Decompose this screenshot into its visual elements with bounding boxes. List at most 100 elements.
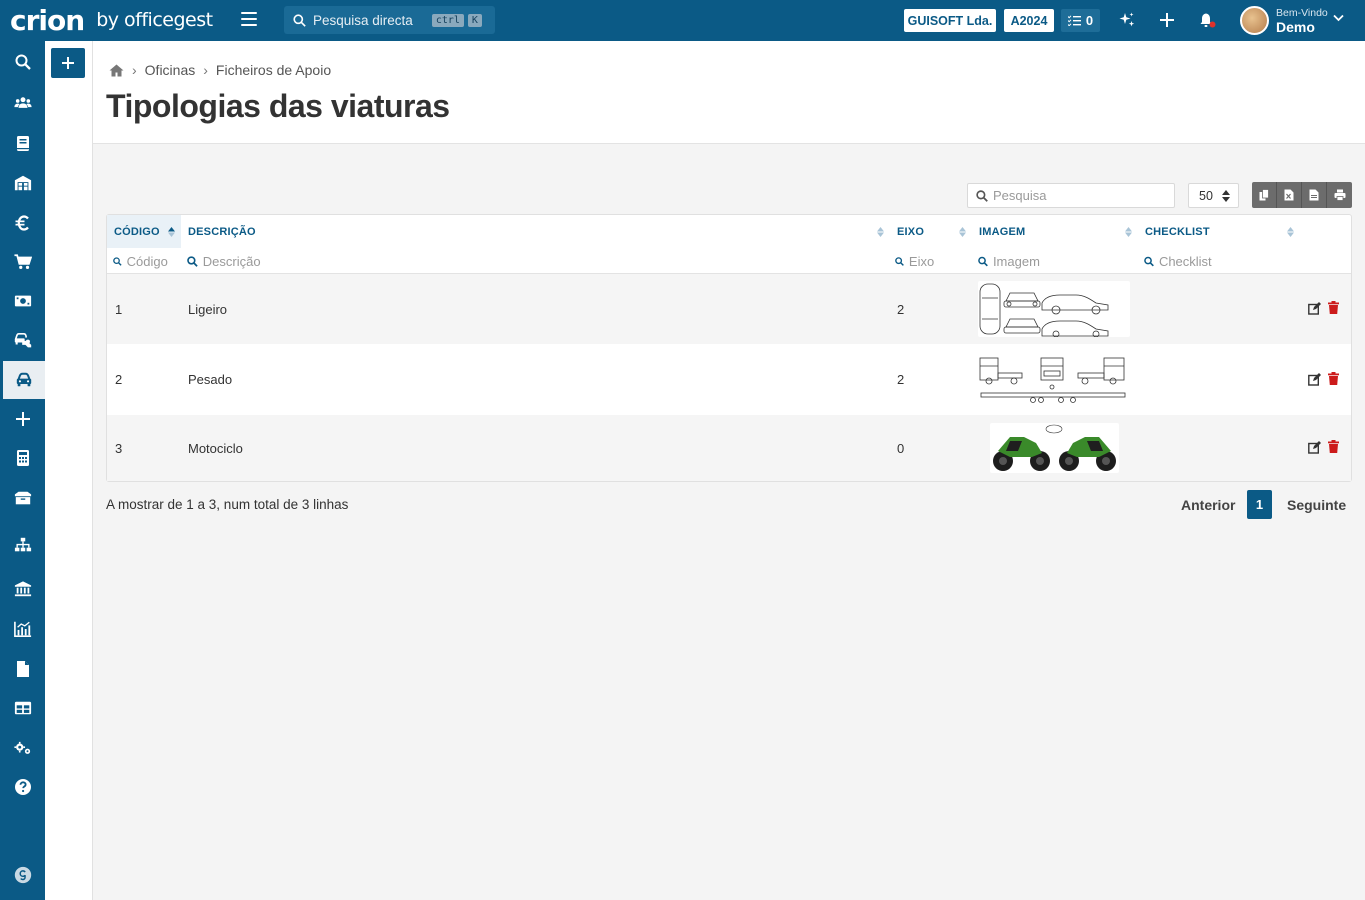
- filter-imagem[interactable]: [972, 249, 1132, 273]
- pagination-next[interactable]: Seguinte: [1287, 490, 1346, 519]
- sidebar-item-tables[interactable]: [0, 689, 45, 727]
- plus-icon[interactable]: [1157, 10, 1177, 30]
- page-header: › Oficinas › Ficheiros de Apoio Tipologi…: [93, 41, 1365, 144]
- sort-caret-icon: [1222, 190, 1230, 202]
- column-header-label: CHECKLIST: [1145, 225, 1210, 238]
- filter-eixo[interactable]: [889, 249, 969, 273]
- car-diagram-image[interactable]: [978, 281, 1130, 337]
- tasks-count: 0: [1085, 13, 1094, 28]
- chevron-right-icon: ›: [132, 62, 137, 78]
- sidebar-item-inventory[interactable]: [0, 479, 45, 517]
- column-header-descricao[interactable]: DESCRIÇÃO: [181, 215, 890, 248]
- breadcrumb: › Oficinas › Ficheiros de Apoio: [109, 62, 331, 78]
- company-badge[interactable]: GUISOFT Lda.: [904, 9, 996, 32]
- tasks-button[interactable]: 0: [1061, 9, 1100, 32]
- table-info: A mostrar de 1 a 3, num total de 3 linha…: [106, 497, 349, 512]
- filter-eixo-input[interactable]: [908, 253, 969, 269]
- filter-descricao[interactable]: [181, 249, 881, 273]
- sidebar-item-sales[interactable]: [0, 243, 45, 281]
- sidebar-item-structure[interactable]: [0, 526, 45, 564]
- sidebar-item-documents[interactable]: [0, 125, 45, 163]
- chart-icon: [13, 621, 31, 638]
- menu-toggle-button[interactable]: [241, 12, 257, 26]
- copy-button[interactable]: [1252, 182, 1277, 208]
- officegest-icon: [14, 866, 31, 884]
- table-row[interactable]: 2 Pesado 2: [107, 344, 1351, 415]
- breadcrumb-item-oficinas[interactable]: Oficinas: [145, 62, 196, 78]
- search-icon: [978, 256, 988, 266]
- sidebar-item-workshop[interactable]: [0, 321, 45, 359]
- user-menu[interactable]: Bem-Vindo Demo: [1276, 8, 1328, 34]
- cell-eixo: 0: [897, 440, 905, 456]
- sidebar-item-help[interactable]: [0, 768, 45, 806]
- pagination-prev[interactable]: Anterior: [1181, 490, 1235, 519]
- edit-icon[interactable]: [1308, 441, 1321, 454]
- filter-checklist-input[interactable]: [1158, 253, 1298, 269]
- delete-icon[interactable]: [1327, 372, 1340, 385]
- print-button[interactable]: [1327, 182, 1352, 208]
- sidebar-item-add[interactable]: [0, 400, 45, 438]
- filter-descricao-input[interactable]: [202, 253, 881, 269]
- table-row[interactable]: 3 Motociclo 0: [107, 415, 1351, 481]
- page-size-select[interactable]: 50: [1188, 183, 1239, 208]
- table-search[interactable]: [967, 183, 1175, 208]
- user-name: Demo: [1276, 18, 1315, 35]
- chevron-down-icon[interactable]: [1333, 14, 1344, 22]
- column-header-eixo[interactable]: EIXO: [890, 215, 972, 248]
- kbd-k: K: [467, 13, 482, 27]
- avatar[interactable]: [1240, 6, 1269, 35]
- column-header-label: IMAGEM: [979, 225, 1026, 238]
- truck-diagram-image[interactable]: [978, 355, 1128, 405]
- bell-icon[interactable]: [1197, 10, 1217, 30]
- page-size-value: 50: [1199, 188, 1213, 203]
- users-icon: [13, 97, 32, 108]
- table-icon: [14, 701, 31, 715]
- sidebar-item-warehouse[interactable]: [0, 164, 45, 202]
- sidebar-item-cash[interactable]: [0, 282, 45, 320]
- breadcrumb-item-ficheiros[interactable]: Ficheiros de Apoio: [216, 62, 331, 78]
- global-search[interactable]: Pesquisa directa ctrl K: [284, 6, 495, 34]
- sort-icon: [877, 227, 884, 237]
- filter-codigo-input[interactable]: [126, 253, 177, 269]
- sidebar-item-vehicles[interactable]: [0, 361, 45, 399]
- pdf-button[interactable]: [1302, 182, 1327, 208]
- cart-icon: [13, 254, 32, 270]
- column-header-imagem[interactable]: IMAGEM: [972, 215, 1138, 248]
- tasks-icon: [1067, 15, 1081, 26]
- sidebar-item-search[interactable]: [0, 43, 45, 81]
- add-record-button[interactable]: [51, 48, 85, 78]
- delete-icon[interactable]: [1327, 301, 1340, 314]
- sidebar-item-finance[interactable]: [0, 204, 45, 242]
- column-header-codigo[interactable]: CÓDIGO: [107, 215, 181, 248]
- excel-button[interactable]: [1277, 182, 1302, 208]
- logo-crion: crion: [10, 3, 85, 37]
- table-row[interactable]: 1 Ligeiro 2: [107, 274, 1351, 344]
- sidebar-item-calculator[interactable]: [0, 439, 45, 477]
- delete-icon[interactable]: [1327, 440, 1340, 453]
- cell-eixo: 2: [897, 301, 905, 317]
- filter-imagem-input[interactable]: [992, 253, 1132, 269]
- ai-sparkle-icon[interactable]: [1117, 10, 1137, 30]
- money-icon: [14, 295, 31, 307]
- edit-icon[interactable]: [1308, 302, 1321, 315]
- euro-icon: [15, 215, 29, 231]
- edit-icon[interactable]: [1308, 373, 1321, 386]
- sidebar-item-officegest[interactable]: [0, 856, 45, 894]
- home-icon[interactable]: [109, 64, 124, 77]
- search-icon: [113, 256, 122, 266]
- sidebar-item-customers[interactable]: [0, 84, 45, 122]
- year-badge[interactable]: A2024: [1004, 9, 1054, 32]
- app-logo[interactable]: crion by officegest: [10, 3, 213, 37]
- motorcycle-diagram-image[interactable]: [990, 423, 1119, 473]
- pagination-page-1[interactable]: 1: [1247, 490, 1272, 519]
- column-header-checklist[interactable]: CHECKLIST: [1138, 215, 1300, 248]
- sidebar-item-bank[interactable]: [0, 570, 45, 608]
- filter-checklist[interactable]: [1138, 249, 1298, 273]
- table-search-input[interactable]: [993, 188, 1163, 203]
- export-buttons: [1252, 182, 1352, 208]
- sidebar-item-files[interactable]: [0, 650, 45, 688]
- file-icon: [16, 661, 29, 677]
- filter-codigo[interactable]: [107, 249, 177, 273]
- sidebar-item-settings[interactable]: [0, 729, 45, 767]
- sidebar-item-reports[interactable]: [0, 610, 45, 648]
